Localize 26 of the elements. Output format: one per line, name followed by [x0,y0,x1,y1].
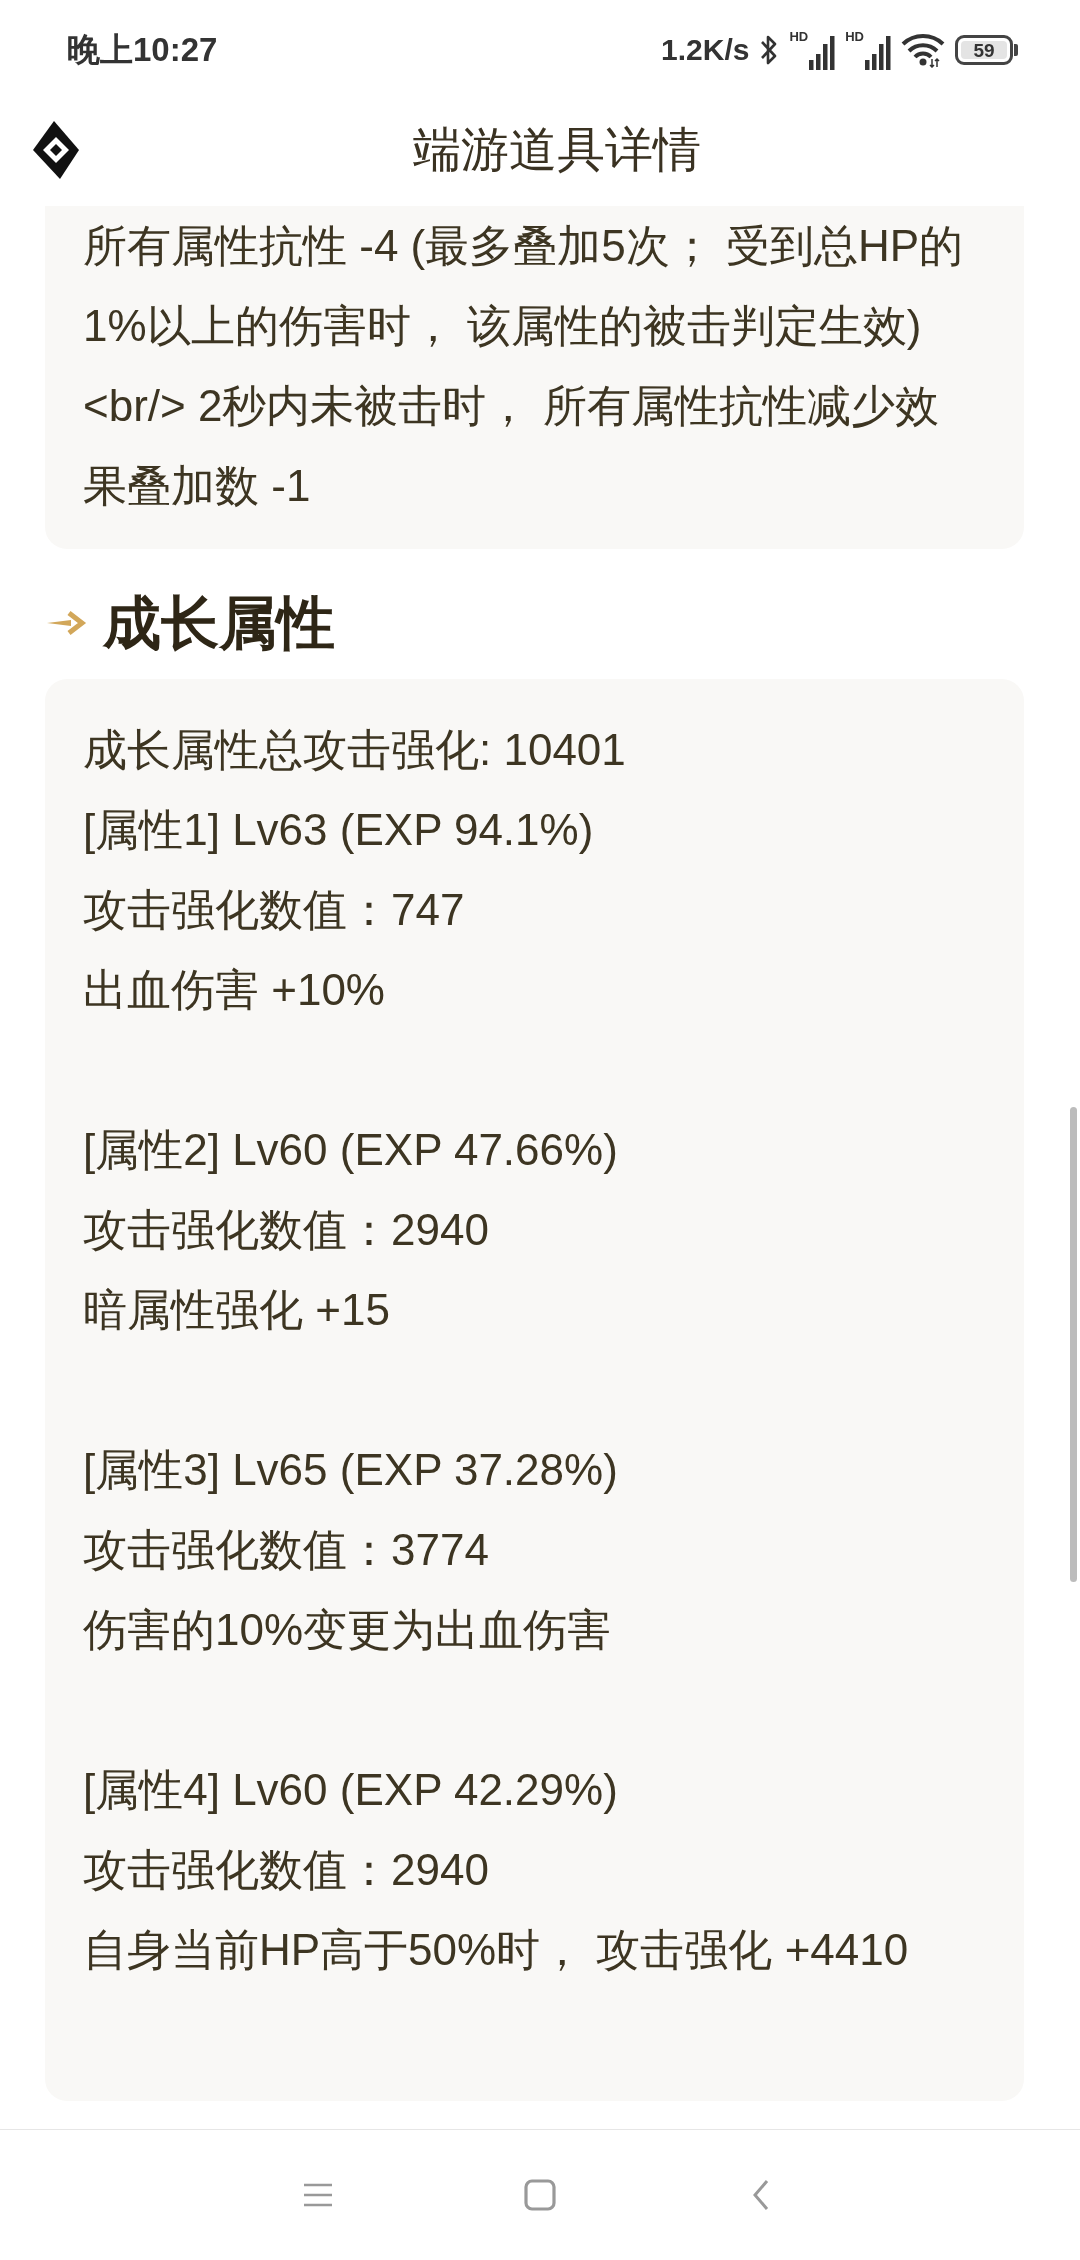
page-title: 端游道具详情 [412,122,701,178]
attribute-line: 自身当前HP高于50%时， 攻击强化 +4410 [83,1924,910,1976]
attribute-line: 攻击强化数值：3774 [83,1524,490,1576]
attribute-line: [属性1] Lv63 (EXP 94.1%) [83,804,595,856]
network-speed: 1.2K/s [661,33,750,67]
attribute-line: 攻击强化数值：2940 [83,1844,490,1896]
effect-description: 所有属性抗性 -4 (最多叠加5次； 受到总HP的1%以上的伤害时， 该属性的被击判定生效) <br/> 2秒内未被击时， 所有属性抗性减少效果叠加数 -1 [83,220,965,512]
diamond-logo-icon[interactable] [33,121,79,179]
total-attack-line: 成长属性总攻击强化: 10401 [83,724,627,776]
attribute-line: 伤害的10%变更为出血伤害 [83,1604,613,1656]
square-icon [523,2178,557,2212]
attribute-line: 攻击强化数值：747 [83,884,466,936]
attribute-line: [属性2] Lv60 (EXP 47.66%) [83,1124,619,1176]
attribute-line: 攻击强化数值：2940 [83,1204,490,1256]
section-title: 成长属性 [103,589,335,657]
attribute-line: [属性4] Lv60 (EXP 42.29%) [83,1764,619,1816]
wifi-icon [901,32,945,68]
signal-icon [865,34,891,70]
attribute-line: 出血伤害 +10% [83,964,386,1016]
signal-icon [809,34,836,70]
hd-label: HD [789,30,809,44]
attribute-line: 暗属性强化 +15 [83,1284,391,1336]
status-time: 晚上10:27 [67,29,218,70]
battery-text: 59 [973,40,995,60]
hd-label: HD [845,30,864,44]
attribute-line: [属性3] Lv65 (EXP 37.28%) [83,1444,619,1496]
